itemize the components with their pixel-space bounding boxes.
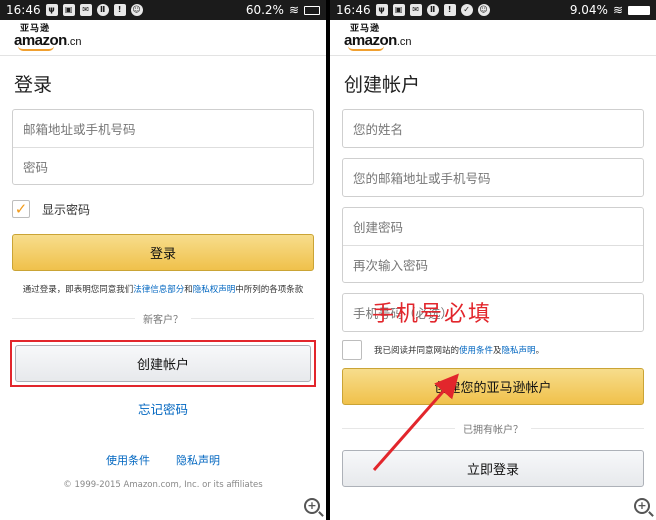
usb-icon: ψ bbox=[45, 4, 58, 16]
pause-icon: Ⅱ bbox=[96, 4, 109, 16]
legal-info-link[interactable]: 法律信息部分 bbox=[133, 285, 184, 295]
wifi-icon: ≋ bbox=[612, 3, 623, 17]
show-password-checkbox[interactable]: ✓ bbox=[12, 200, 30, 218]
signin-now-button[interactable]: 立即登录 bbox=[342, 450, 644, 487]
show-password-label: 显示密码 bbox=[42, 202, 91, 217]
have-account-divider: 已拥有帐户？ bbox=[342, 421, 644, 436]
agree-privacy-link[interactable]: 隐私声明 bbox=[502, 344, 536, 356]
annotation-text: 手机号必填 bbox=[372, 302, 493, 327]
wifi-icon: ≋ bbox=[288, 3, 299, 17]
amazon-logo[interactable]: 亚马逊 amazon.cn bbox=[14, 24, 326, 51]
email-input[interactable]: 您的邮箱地址或手机号码 bbox=[343, 159, 643, 196]
agree-row[interactable]: 我已阅读并同意网站的 使用条件及隐私声明。 bbox=[342, 340, 644, 360]
register-screen: 16:46 ψ ▣ ✉ Ⅱ ! ✓ ☺ 9.04% ≋ 亚马逊 amazon.c… bbox=[330, 0, 656, 520]
footer-terms-link[interactable]: 使用条件 bbox=[106, 452, 150, 468]
copyright: © 1999-2015 Amazon.com, Inc. or its affi… bbox=[63, 480, 263, 490]
password-again-input[interactable]: 再次输入密码 bbox=[343, 245, 643, 282]
password-group: 创建密码 再次输入密码 bbox=[342, 207, 644, 283]
emoji-icon: ☺ bbox=[477, 4, 490, 16]
status-time: 16:46 bbox=[6, 3, 41, 17]
app-header: 亚马逊 amazon.cn bbox=[0, 20, 326, 56]
notification-icon: ✉ bbox=[79, 4, 92, 16]
pause-icon: Ⅱ bbox=[426, 4, 439, 16]
agree-terms-link[interactable]: 使用条件 bbox=[459, 344, 493, 356]
name-input[interactable]: 您的姓名 bbox=[343, 110, 643, 147]
status-bar: 16:46 ψ ▣ ✉ Ⅱ ! ☺ 60.2% ≋ bbox=[0, 0, 326, 20]
signin-button[interactable]: 登录 bbox=[12, 234, 314, 271]
amazon-logo[interactable]: 亚马逊 amazon.cn bbox=[344, 24, 656, 51]
app-header: 亚马逊 amazon.cn bbox=[330, 20, 656, 56]
page-title: 登录 bbox=[14, 74, 53, 96]
create-account-button[interactable]: 创建帐户 bbox=[15, 345, 311, 382]
battery-icon bbox=[628, 5, 650, 15]
zoom-in-icon[interactable]: + bbox=[304, 498, 320, 514]
email-group: 您的邮箱地址或手机号码 bbox=[342, 158, 644, 197]
alert-icon: ! bbox=[443, 4, 456, 16]
battery-percent: 9.04% bbox=[569, 3, 608, 17]
privacy-link[interactable]: 隐私权声明 bbox=[193, 285, 236, 295]
usb-icon: ψ bbox=[375, 4, 388, 16]
signin-screen: 16:46 ψ ▣ ✉ Ⅱ ! ☺ 60.2% ≋ 亚马逊 amazon.cn … bbox=[0, 0, 326, 520]
name-group: 您的姓名 bbox=[342, 109, 644, 148]
forgot-password-link[interactable]: 忘记密码 bbox=[12, 399, 314, 418]
password-input[interactable]: 创建密码 bbox=[343, 208, 643, 245]
zoom-in-icon[interactable]: + bbox=[634, 498, 650, 514]
battery-icon bbox=[304, 5, 320, 15]
new-customer-divider: 新客户？ bbox=[12, 311, 314, 326]
sim-icon: ▣ bbox=[62, 4, 75, 16]
battery-percent: 60.2% bbox=[245, 3, 284, 17]
sim-icon: ▣ bbox=[392, 4, 405, 16]
page-title: 创建帐户 bbox=[344, 74, 421, 96]
status-bar: 16:46 ψ ▣ ✉ Ⅱ ! ✓ ☺ 9.04% ≋ bbox=[330, 0, 656, 20]
create-account-highlight: 创建帐户 bbox=[10, 340, 316, 387]
email-input[interactable]: 邮箱地址或手机号码 bbox=[13, 110, 313, 147]
status-time: 16:46 bbox=[336, 3, 371, 17]
agree-checkbox[interactable] bbox=[342, 340, 362, 360]
show-password-row[interactable]: ✓ 显示密码 bbox=[12, 200, 314, 218]
footer-links: 使用条件 隐私声明 bbox=[12, 452, 314, 468]
footer-privacy-link[interactable]: 隐私声明 bbox=[176, 452, 220, 468]
credentials-group: 邮箱地址或手机号码 密码 bbox=[12, 109, 314, 185]
password-input[interactable]: 密码 bbox=[13, 147, 313, 184]
check-circle-icon: ✓ bbox=[460, 4, 473, 16]
emoji-icon: ☺ bbox=[130, 4, 143, 16]
create-account-button[interactable]: 创建您的亚马逊帐户 bbox=[342, 368, 644, 405]
notification-icon: ✉ bbox=[409, 4, 422, 16]
terms-text: 通过登录，即表明您同意我们法律信息部分和隐私权声明中所列的各项条款 bbox=[22, 285, 304, 295]
alert-icon: ! bbox=[113, 4, 126, 16]
